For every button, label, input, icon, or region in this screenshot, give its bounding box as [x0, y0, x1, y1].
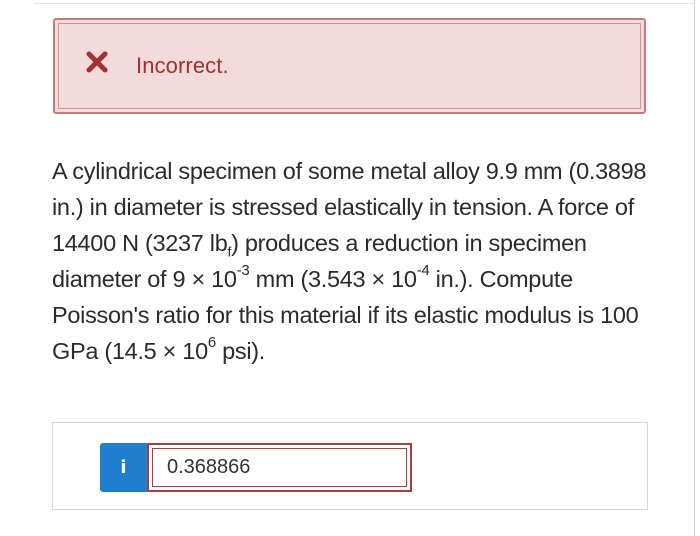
page: Incorrect. A cylindrical specimen of som…: [0, 0, 700, 536]
incorrect-alert: Incorrect.: [53, 18, 646, 114]
exponent-2: -4: [416, 262, 430, 280]
answer-box: i 0.368866: [52, 422, 648, 510]
exponent-1: -3: [236, 262, 250, 280]
answer-value: 0.368866: [167, 456, 251, 478]
question-part-3: mm (3.543 × 10: [249, 266, 417, 292]
x-mark-icon: [86, 51, 108, 73]
answer-input[interactable]: 0.368866: [147, 443, 412, 492]
question-text: A cylindrical specimen of some metal all…: [52, 153, 652, 369]
top-divider: [34, 3, 694, 4]
question-part-5: psi).: [215, 338, 266, 364]
exponent-3: 6: [207, 334, 216, 352]
info-icon: i: [120, 457, 127, 478]
alert-status-text: Incorrect.: [136, 53, 229, 78]
right-divider: [694, 0, 695, 536]
info-button[interactable]: i: [100, 443, 147, 492]
